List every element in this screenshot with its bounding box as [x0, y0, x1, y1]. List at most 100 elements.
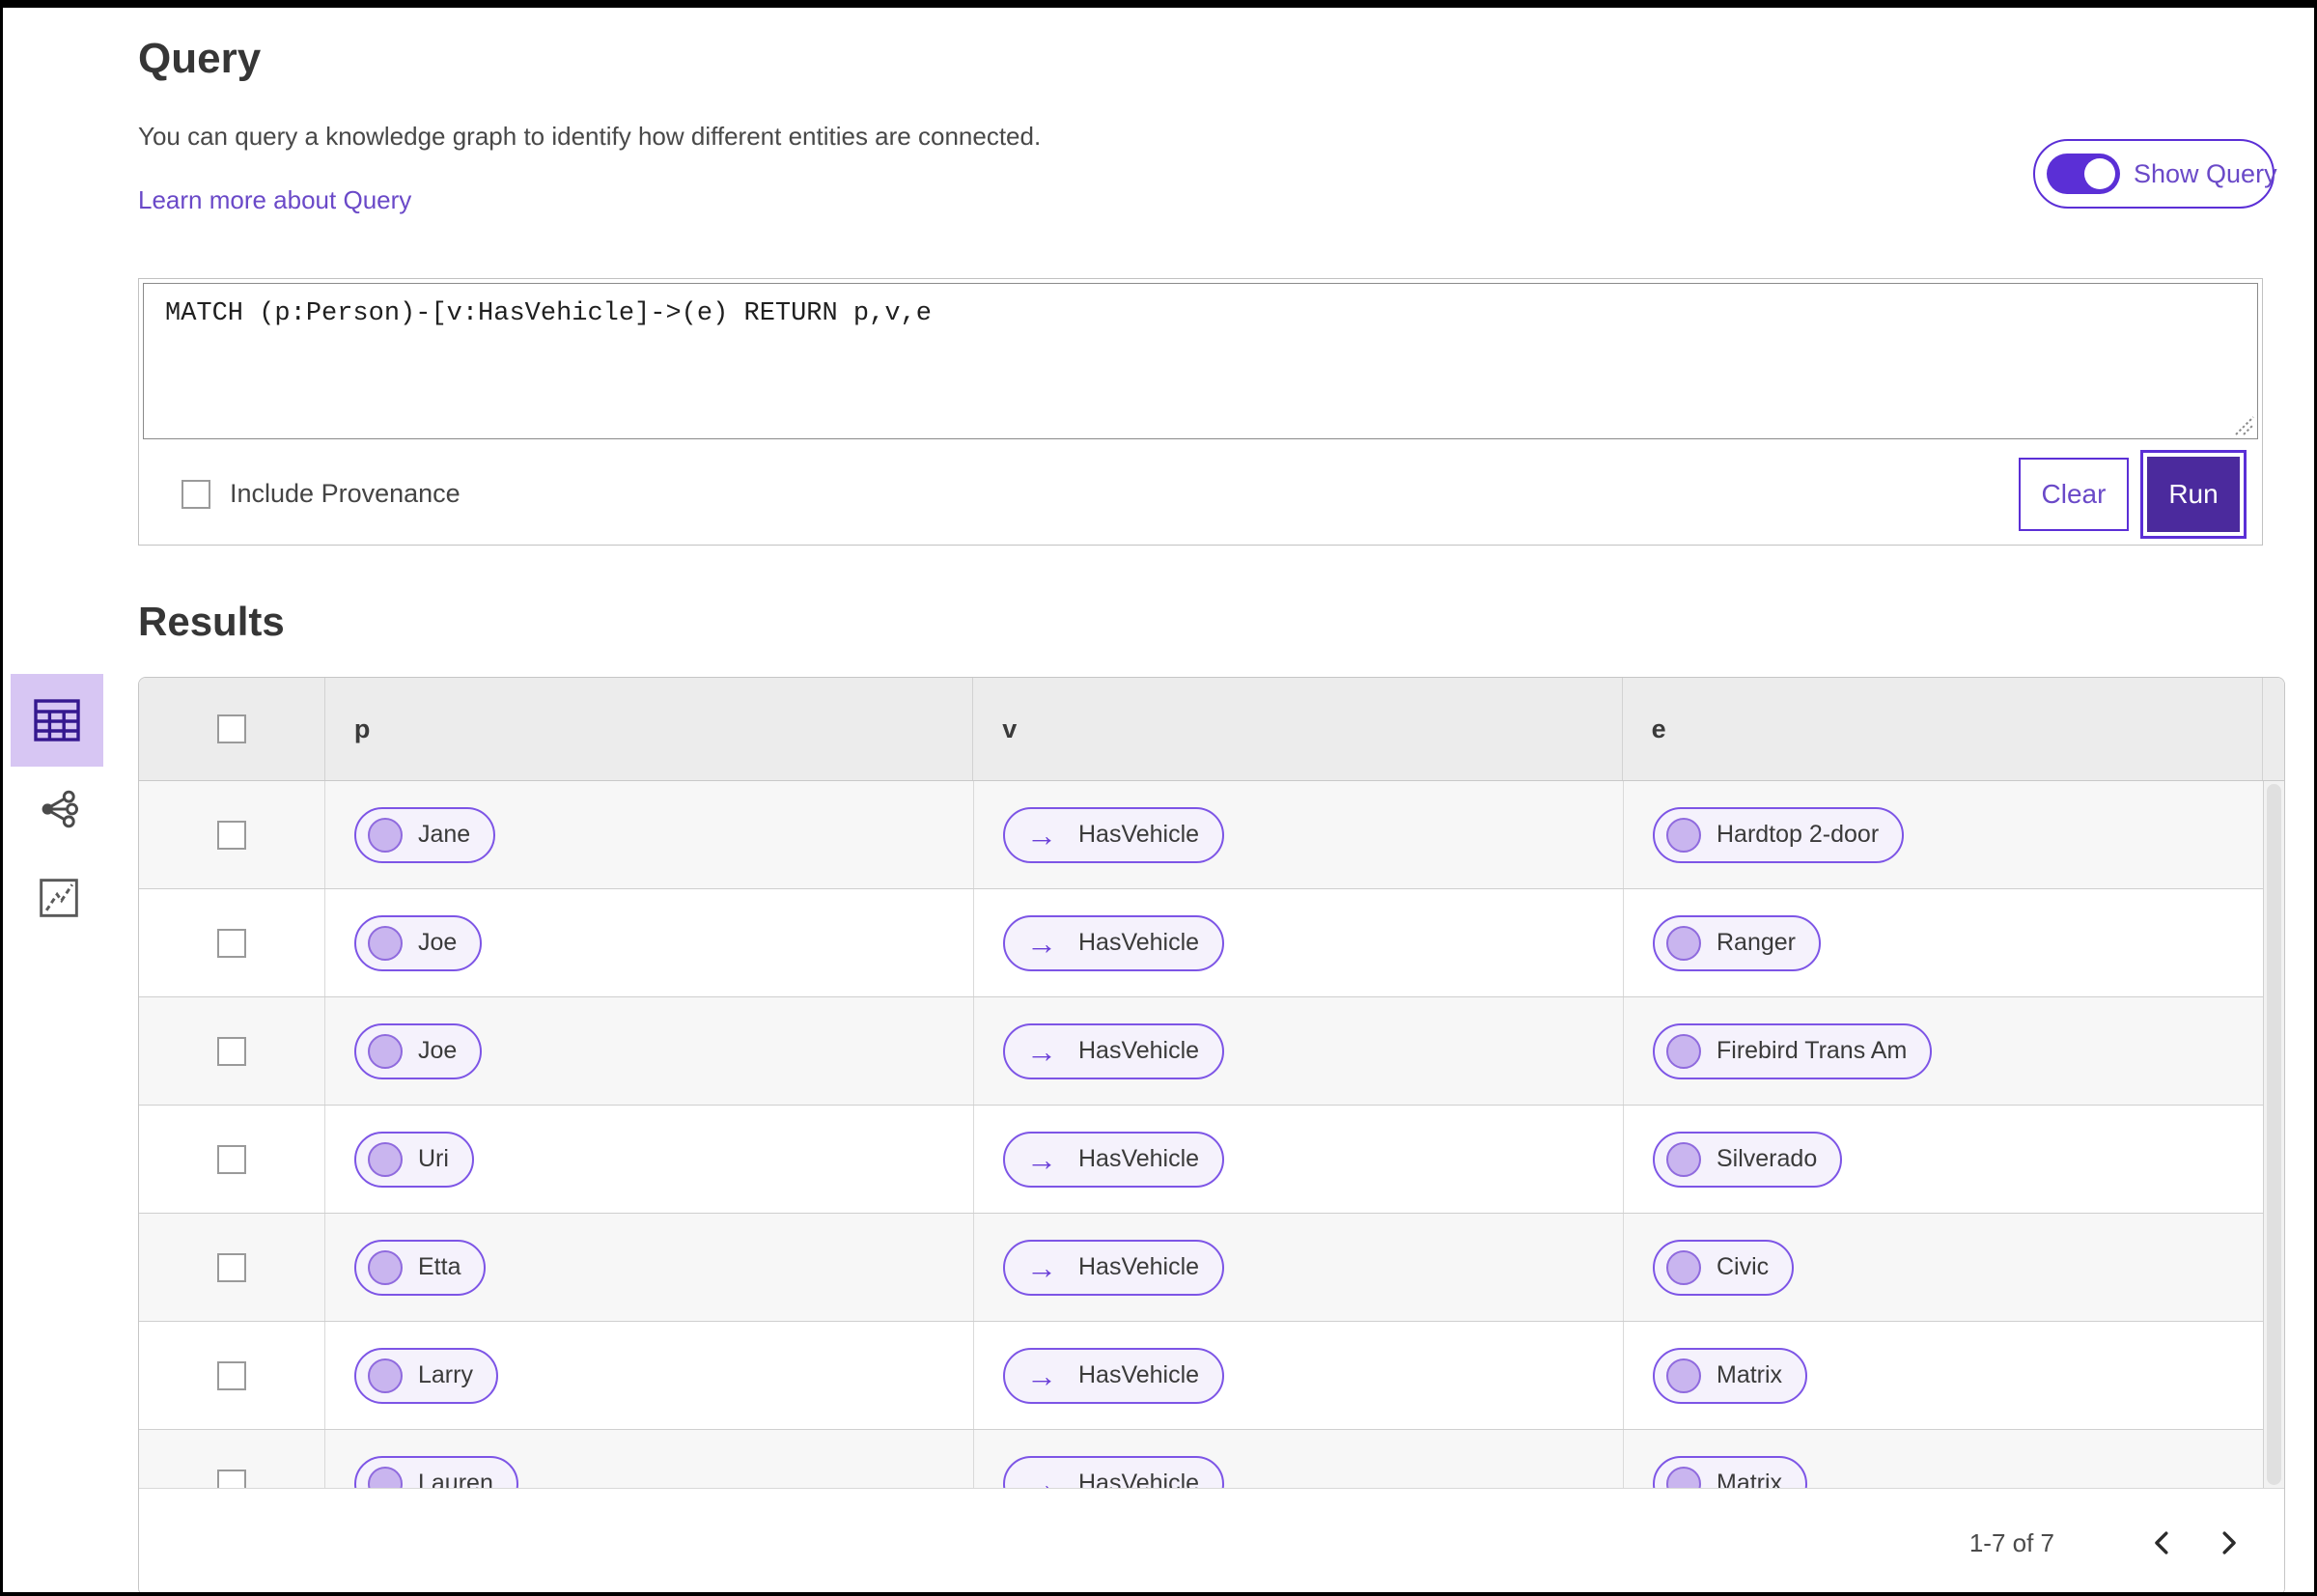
query-page: Query You can query a knowledge graph to…	[0, 0, 2317, 1596]
entity-pill[interactable]: Matrix	[1653, 1347, 1808, 1404]
show-query-toggle[interactable]: Show Query	[2033, 139, 2277, 209]
sidebar-item-table-view[interactable]	[11, 674, 103, 767]
resize-handle-icon[interactable]	[2230, 411, 2255, 436]
sidebar-item-chart-view[interactable]	[36, 875, 82, 921]
relationship-arrow-icon: →	[1026, 925, 1057, 961]
query-panel: MATCH (p:Person)-[v:HasVehicle]->(e) RET…	[138, 278, 2263, 546]
entity-node-icon	[368, 817, 403, 853]
entity-node-icon	[1666, 1033, 1701, 1069]
table-row: Lauren → HasVehicle Matrix	[139, 1430, 2284, 1488]
cell-e: Matrix	[1624, 1322, 2265, 1429]
relationship-pill[interactable]: → HasVehicle	[1003, 914, 1225, 971]
row-select-cell	[139, 1430, 325, 1488]
learn-more-link[interactable]: Learn more about Query	[138, 185, 411, 215]
relationship-pill[interactable]: → HasVehicle	[1003, 806, 1225, 863]
entity-pill[interactable]: Jane	[354, 806, 496, 863]
row-select-cell	[139, 997, 325, 1105]
relationship-pill[interactable]: → HasVehicle	[1003, 1131, 1225, 1188]
pagination-bar: 1-7 of 7	[139, 1488, 2284, 1592]
row-checkbox[interactable]	[217, 1036, 246, 1066]
cell-v: → HasVehicle	[974, 1214, 1624, 1321]
include-provenance-checkbox[interactable]	[181, 479, 210, 509]
row-checkbox[interactable]	[217, 1469, 246, 1488]
include-provenance-label: Include Provenance	[230, 479, 461, 508]
run-button-focus-ring[interactable]: Run	[2140, 449, 2247, 539]
row-select-cell	[139, 1322, 325, 1429]
entity-pill[interactable]: Hardtop 2-door	[1653, 806, 1905, 863]
entity-pill[interactable]: Joe	[354, 1022, 483, 1079]
cell-e: Silverado	[1624, 1106, 2265, 1213]
query-input[interactable]: MATCH (p:Person)-[v:HasVehicle]->(e) RET…	[144, 284, 2257, 438]
row-select-cell	[139, 1214, 325, 1321]
entity-node-icon	[368, 1358, 403, 1393]
row-checkbox[interactable]	[217, 928, 246, 958]
next-page-button[interactable]	[2203, 1519, 2251, 1567]
entity-pill[interactable]: Larry	[354, 1347, 498, 1404]
cell-p: Larry	[325, 1322, 974, 1429]
table-row: Larry → HasVehicle Matrix	[139, 1322, 2284, 1430]
cell-v: → HasVehicle	[974, 781, 1624, 888]
chart-view-icon	[40, 879, 78, 917]
table-body: Jane → HasVehicle Hardtop 2-door Joe → H…	[139, 781, 2284, 1488]
scrollbar-thumb[interactable]	[2267, 784, 2281, 1485]
entity-node-icon	[368, 1249, 403, 1285]
previous-page-button[interactable]	[2139, 1519, 2188, 1567]
row-select-cell	[139, 1106, 325, 1213]
select-all-checkbox[interactable]	[216, 714, 246, 743]
row-checkbox[interactable]	[217, 1252, 246, 1282]
relationship-pill[interactable]: → HasVehicle	[1003, 1022, 1225, 1079]
chevron-left-icon	[2155, 1531, 2168, 1554]
relationship-pill[interactable]: → HasVehicle	[1003, 1347, 1225, 1404]
cell-e: Firebird Trans Am	[1624, 997, 2265, 1105]
table-row: Joe → HasVehicle Ranger	[139, 889, 2284, 997]
cell-e: Hardtop 2-door	[1624, 781, 2265, 888]
row-checkbox[interactable]	[217, 820, 246, 850]
table-row: Uri → HasVehicle Silverado	[139, 1106, 2284, 1214]
query-description: You can query a knowledge graph to ident…	[138, 122, 1042, 151]
row-checkbox[interactable]	[217, 1144, 246, 1174]
entity-node-icon	[368, 1141, 403, 1177]
column-header-v: v	[973, 678, 1623, 780]
entity-node-icon	[368, 1466, 403, 1488]
table-row: Etta → HasVehicle Civic	[139, 1214, 2284, 1322]
sidebar-item-graph-view[interactable]	[36, 786, 82, 832]
entity-pill[interactable]: Uri	[354, 1131, 474, 1188]
entity-pill[interactable]: Firebird Trans Am	[1653, 1022, 1933, 1079]
relationship-arrow-icon: →	[1026, 1249, 1057, 1285]
entity-pill[interactable]: Lauren	[354, 1455, 518, 1488]
entity-node-icon	[1666, 1358, 1701, 1393]
row-select-cell	[139, 889, 325, 996]
entity-node-icon	[1666, 817, 1701, 853]
entity-pill[interactable]: Joe	[354, 914, 483, 971]
entity-node-icon	[1666, 925, 1701, 961]
row-select-cell	[139, 781, 325, 888]
cell-e: Civic	[1624, 1214, 2265, 1321]
toggle-knob	[2084, 158, 2115, 189]
relationship-pill[interactable]: → HasVehicle	[1003, 1455, 1225, 1488]
entity-pill[interactable]: Civic	[1653, 1239, 1795, 1296]
cell-e: Ranger	[1624, 889, 2265, 996]
relationship-pill[interactable]: → HasVehicle	[1003, 1239, 1225, 1296]
clear-button[interactable]: Clear	[2019, 457, 2129, 531]
vertical-scrollbar[interactable]	[2263, 781, 2284, 1488]
cell-v: → HasVehicle	[974, 1430, 1624, 1488]
entity-pill[interactable]: Etta	[354, 1239, 487, 1296]
entity-node-icon	[368, 925, 403, 961]
results-section-title: Results	[138, 599, 285, 644]
entity-pill[interactable]: Ranger	[1653, 914, 1821, 971]
column-header-e: e	[1623, 678, 2263, 780]
results-table: p v e Jane → HasVehicle Hardtop 2-door J…	[138, 677, 2285, 1592]
chevron-right-icon	[2222, 1531, 2236, 1554]
table-header-row: p v e	[139, 678, 2284, 781]
entity-pill[interactable]: Silverado	[1653, 1131, 1843, 1188]
run-button[interactable]: Run	[2147, 456, 2240, 532]
cell-v: → HasVehicle	[974, 889, 1624, 996]
table-row: Jane → HasVehicle Hardtop 2-door	[139, 781, 2284, 889]
table-row: Joe → HasVehicle Firebird Trans Am	[139, 997, 2284, 1106]
cell-v: → HasVehicle	[974, 997, 1624, 1105]
cell-p: Uri	[325, 1106, 974, 1213]
cell-p: Joe	[325, 997, 974, 1105]
row-checkbox[interactable]	[217, 1360, 246, 1390]
entity-pill[interactable]: Matrix	[1653, 1455, 1808, 1488]
toggle-switch-icon[interactable]	[2047, 154, 2120, 194]
